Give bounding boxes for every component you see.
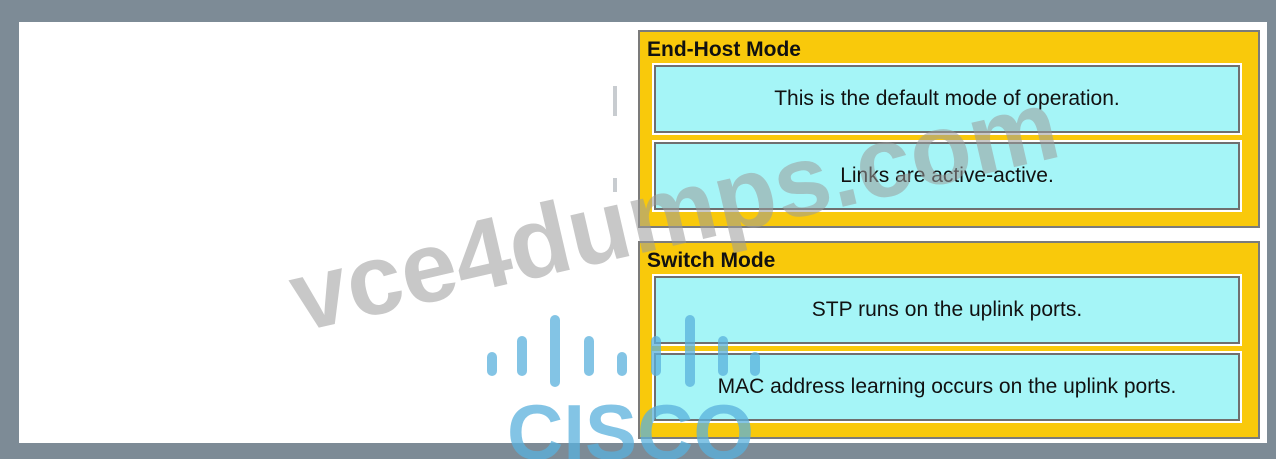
- group-title: Switch Mode: [647, 249, 776, 272]
- draggable-item[interactable]: This is the default mode of operation.: [652, 63, 1242, 135]
- end-host-mode-group: End-Host Mode This is the default mode o…: [638, 30, 1260, 228]
- draggable-item[interactable]: STP runs on the uplink ports.: [652, 274, 1242, 346]
- divider-mark: [613, 86, 617, 116]
- draggable-item[interactable]: Links are active-active.: [652, 140, 1242, 212]
- switch-mode-group: Switch Mode STP runs on the uplink ports…: [638, 241, 1260, 439]
- draggable-item[interactable]: MAC address learning occurs on the uplin…: [652, 351, 1242, 423]
- divider-mark: [613, 178, 617, 192]
- group-title: End-Host Mode: [647, 38, 801, 61]
